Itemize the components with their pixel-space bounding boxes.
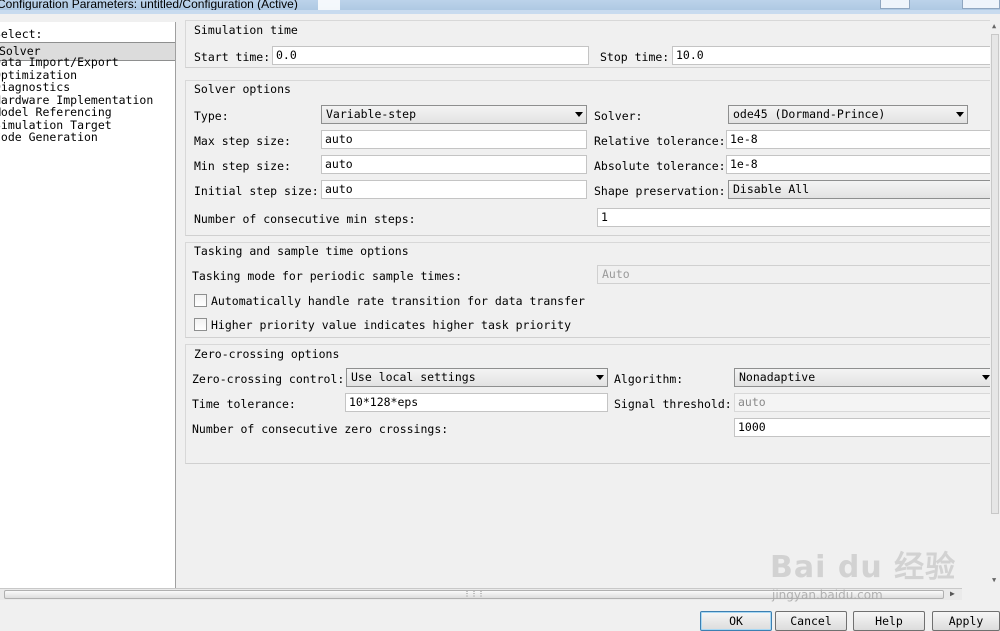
consecutive-zero-crossings-input[interactable]: 1000 (734, 418, 1000, 437)
watermark-logo-text: Bai du 经验 (770, 550, 957, 585)
min-step-label: Min step size: (194, 159, 291, 173)
tree-header: Select: (0, 27, 43, 41)
type-label: Type: (194, 109, 229, 123)
zero-crossing-label: Zero-crossing options (194, 347, 340, 361)
tree-item-data-import-export[interactable]: Data Import/Export (0, 55, 119, 69)
start-time-label: Start time: (194, 50, 271, 64)
algorithm-value: Nonadaptive (739, 370, 816, 384)
shape-preservation-dropdown[interactable]: Disable All (728, 180, 1000, 199)
auto-rate-transition-label: Automatically handle rate transition for… (211, 294, 585, 308)
tree-item-code-generation[interactable]: Code Generation (0, 130, 98, 144)
initial-step-input[interactable]: auto (321, 180, 587, 199)
scroll-right-arrow-icon[interactable]: ▶ (950, 589, 955, 598)
settings-pane: Simulation time Start time: 0.0 Stop tim… (183, 20, 1000, 586)
relative-tolerance-input[interactable]: 1e-8 (726, 130, 1000, 149)
chevron-down-icon (956, 112, 964, 117)
higher-priority-checkbox[interactable] (194, 318, 207, 331)
simulation-time-label: Simulation time (194, 23, 298, 37)
algorithm-label: Algorithm: (614, 372, 684, 386)
shape-preservation-value: Disable All (733, 182, 810, 196)
tasking-mode-label: Tasking mode for periodic sample times: (192, 269, 463, 283)
zero-crossing-control-value: Use local settings (351, 370, 476, 384)
chevron-down-icon (575, 112, 583, 117)
tree-item-model-referencing[interactable]: Model Referencing (0, 105, 112, 119)
title-glass-highlight (318, 0, 340, 10)
scroll-down-arrow-icon[interactable]: ▼ (992, 576, 996, 584)
vertical-scrollbar[interactable]: ▲ ▼ (990, 20, 1000, 586)
baidu-watermark-url: jingyan.baidu.com (772, 588, 883, 602)
solver-options-label: Solver options (194, 82, 291, 96)
chevron-down-icon (596, 375, 604, 380)
solver-dropdown[interactable]: ode45 (Dormand-Prince) (728, 105, 968, 124)
signal-threshold-input[interactable]: auto (734, 393, 1000, 412)
maximize-button[interactable] (880, 0, 910, 9)
stop-time-label: Stop time: (600, 50, 670, 64)
higher-priority-label: Higher priority value indicates higher t… (211, 318, 572, 332)
title-bar: Configuration Parameters: untitled/Confi… (0, 0, 1000, 14)
absolute-tolerance-label: Absolute tolerance: (594, 159, 726, 173)
chevron-down-icon (982, 375, 990, 380)
ok-button[interactable]: OK (700, 611, 772, 631)
max-step-label: Max step size: (194, 134, 291, 148)
consecutive-min-steps-input[interactable]: 1 (597, 208, 1000, 227)
tasking-mode-value: Auto (602, 267, 630, 281)
tasking-mode-dropdown[interactable]: Auto (597, 265, 1000, 284)
cancel-button[interactable]: Cancel (775, 611, 847, 631)
initial-step-label: Initial step size: (194, 184, 319, 198)
baidu-watermark-logo: Bai du 经验 (770, 542, 955, 590)
title-bar-edge (0, 10, 1000, 14)
consecutive-zero-crossings-label: Number of consecutive zero crossings: (192, 422, 449, 436)
absolute-tolerance-input[interactable]: 1e-8 (726, 155, 1000, 174)
auto-rate-transition-checkbox[interactable] (194, 294, 207, 307)
help-button[interactable]: Help (853, 611, 925, 631)
relative-tolerance-label: Relative tolerance: (594, 134, 726, 148)
max-step-input[interactable]: auto (321, 130, 587, 149)
solver-label: Solver: (594, 109, 643, 123)
shape-preservation-label: Shape preservation: (594, 184, 726, 198)
start-time-input[interactable]: 0.0 (272, 46, 589, 65)
type-value: Variable-step (326, 107, 417, 121)
scroll-up-arrow-icon[interactable]: ▲ (992, 22, 996, 30)
solver-value: ode45 (Dormand-Prince) (733, 107, 886, 121)
min-step-input[interactable]: auto (321, 155, 587, 174)
type-dropdown[interactable]: Variable-step (321, 105, 587, 124)
close-button[interactable] (962, 0, 1000, 9)
time-tolerance-label: Time tolerance: (192, 397, 296, 411)
zero-crossing-control-label: Zero-crossing control: (192, 372, 345, 386)
stop-time-input[interactable]: 10.0 (672, 46, 1000, 65)
category-tree: Select: Solver Data Import/Export Optimi… (0, 22, 176, 588)
consecutive-min-steps-label: Number of consecutive min steps: (194, 212, 416, 226)
vertical-scrollbar-thumb[interactable] (991, 34, 999, 514)
tasking-label: Tasking and sample time options (194, 244, 409, 258)
zero-crossing-control-dropdown[interactable]: Use local settings (346, 368, 608, 387)
signal-threshold-label: Signal threshold: (614, 397, 732, 411)
algorithm-dropdown[interactable]: Nonadaptive (734, 368, 994, 387)
tree-item-diagnostics[interactable]: Diagnostics (0, 80, 70, 94)
time-tolerance-input[interactable]: 10*128*eps (345, 393, 608, 412)
apply-button[interactable]: Apply (932, 611, 1000, 631)
